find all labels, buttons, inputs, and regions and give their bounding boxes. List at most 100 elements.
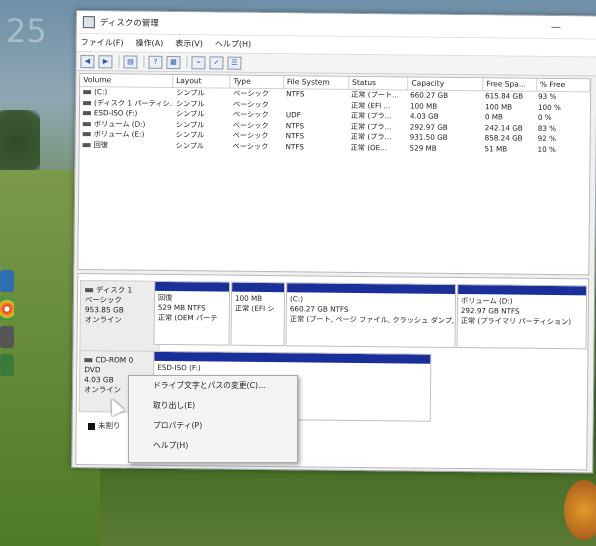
volume-percent-free: 92 % — [537, 133, 556, 144]
column-header-capacity[interactable]: Capacity — [408, 77, 484, 91]
app-icon[interactable] — [0, 270, 14, 292]
toolbar: ◀ ▶ ▤ ? ▦ ⌁ ✓ ☰ — [76, 52, 596, 77]
disk-icon — [85, 288, 94, 293]
volume-icon — [83, 100, 92, 105]
volume-type: ベーシック — [232, 130, 269, 141]
volume-layout: シンプル — [175, 130, 205, 140]
disk-1-label[interactable]: ディスク 1 ベーシック 953.85 GB オンライン — [79, 280, 161, 353]
column-header-volume[interactable]: Volume — [80, 74, 174, 88]
partition-efi[interactable]: 100 MB 正常 (EFI シ — [230, 281, 286, 347]
toolbar-separator — [186, 56, 188, 69]
help-icon[interactable]: ? — [148, 55, 163, 69]
volume-icon — [82, 132, 91, 137]
volume-percent-free: 10 % — [537, 144, 556, 154]
disk-type: ベーシック — [84, 295, 122, 305]
partition-status: 正常 (EFI シ — [234, 303, 275, 314]
desktop-sticker — [564, 480, 596, 540]
volume-layout: シンプル — [175, 119, 205, 129]
connect-icon[interactable]: ⌁ — [191, 55, 206, 69]
volume-status: 正常 (OE... — [350, 142, 388, 152]
volume-capacity: 660.27 GB — [410, 90, 449, 100]
legend-label: 未割り — [98, 421, 121, 430]
column-header-file-system[interactable]: File System — [283, 76, 350, 89]
volume-capacity: 4.03 GB — [409, 111, 439, 121]
toolbar-separator — [143, 55, 145, 68]
taskbar-icons — [0, 270, 14, 382]
chrome-icon[interactable] — [0, 298, 14, 320]
menu-item-change-drive-letter[interactable]: ドライブ文字とパスの変更(C)... — [129, 376, 297, 396]
column-header-status[interactable]: Status — [349, 76, 409, 90]
volume-layout: シンプル — [175, 98, 205, 108]
volume-file-system — [283, 100, 348, 111]
partition-d[interactable]: ボリューム (D:) 292.97 GB NTFS 正常 (プライマリ パーティ… — [456, 284, 588, 350]
volume-percent-free: 93 % — [538, 91, 557, 102]
window-title: ディスクの管理 — [99, 18, 159, 29]
volume-percent-free: 100 % — [537, 102, 561, 112]
forward-icon[interactable]: ▶ — [98, 54, 113, 68]
volume-percent-free: 0 % — [537, 112, 552, 122]
menu-file[interactable]: ファイル(F) — [81, 37, 124, 48]
app-icon — [82, 16, 95, 29]
menu-item-eject[interactable]: 取り出し(E) — [129, 396, 297, 416]
volume-icon — [83, 90, 92, 95]
disk-status: オンライン — [84, 315, 122, 325]
column-header-percent-free[interactable]: % Free — [536, 78, 591, 92]
volume-file-system: NTFS — [286, 89, 305, 99]
volume-free-space: 0 MB — [484, 112, 503, 122]
volume-icon — [82, 111, 91, 116]
desktop-clock: 25 — [6, 12, 47, 50]
volume-status: 正常 (ブート... — [351, 89, 400, 100]
volume-free-space: 615.84 GB — [485, 91, 524, 101]
list-view-icon[interactable]: ☰ — [227, 56, 242, 70]
menu-action[interactable]: 操作(A) — [135, 38, 163, 49]
console-tree-icon[interactable]: ▤ — [123, 55, 138, 69]
partition-name: 回復 — [157, 292, 173, 303]
volume-status: 正常 (EFI ... — [350, 100, 391, 110]
partition-name: ESD-ISO (F:) — [157, 362, 201, 373]
volume-name: ボリューム (E:) — [93, 129, 145, 139]
volume-file-system: NTFS — [285, 141, 304, 151]
volume-type: ベーシック — [232, 120, 269, 130]
partition-c[interactable]: (C:) 660.27 GB NTFS 正常 (ブート, ページ ファイル, ク… — [285, 282, 457, 348]
column-header-layout[interactable]: Layout — [173, 75, 231, 88]
properties-icon[interactable]: ▦ — [166, 55, 181, 69]
volume-icon — [82, 121, 91, 126]
app-icon[interactable] — [0, 354, 14, 376]
volume-capacity: 100 MB — [409, 101, 438, 111]
check-icon[interactable]: ✓ — [209, 55, 224, 70]
volume-free-space: 858.24 GB — [484, 133, 523, 143]
app-icon[interactable] — [0, 326, 14, 348]
cdrom-name: CD-ROM 0 — [95, 355, 134, 365]
column-header-free-space[interactable]: Free Spa... — [483, 78, 537, 91]
volume-capacity: 292.97 GB — [409, 122, 448, 132]
volume-name: ESD-ISO (F:) — [93, 108, 138, 118]
menu-item-properties[interactable]: プロパティ(P) — [129, 416, 297, 436]
partition-status: 正常 (OEM パーテ — [157, 312, 218, 323]
cdrom-icon — [84, 358, 93, 363]
column-header-type[interactable]: Type — [230, 75, 284, 89]
volume-name: (C:) — [94, 87, 108, 97]
menu-view[interactable]: 表示(V) — [175, 38, 203, 49]
volume-icon — [82, 142, 91, 147]
partition-size: 529 MB NTFS — [157, 302, 206, 313]
disk-name: ディスク 1 — [96, 285, 133, 295]
volume-status: 正常 (プラ... — [350, 110, 392, 121]
partition-status: 正常 (ブート, ページ ファイル, クラッシュ ダンプ, — [289, 314, 455, 325]
volume-free-space: 100 MB — [484, 101, 513, 112]
partition-status: 正常 (プライマリ パーティション) — [460, 316, 572, 327]
menu-help[interactable]: ヘルプ(H) — [215, 38, 251, 49]
volume-name: ボリューム (D:) — [93, 118, 146, 129]
volume-type: ベーシック — [232, 109, 269, 120]
minimize-button[interactable]: — — [551, 21, 561, 32]
partition-recovery[interactable]: 回復 529 MB NTFS 正常 (OEM パーテ — [153, 280, 231, 346]
volume-capacity: 529 MB — [409, 143, 437, 153]
back-icon[interactable]: ◀ — [80, 54, 95, 68]
volume-file-system: NTFS — [285, 120, 305, 130]
volume-list: Volume Layout Type File System Status Ca… — [77, 73, 592, 276]
volume-percent-free: 83 % — [537, 123, 557, 133]
partition-size: 100 MB — [234, 293, 263, 303]
context-menu: ドライブ文字とパスの変更(C)... 取り出し(E) プロパティ(P) ヘルプ(… — [128, 375, 298, 463]
volume-type: ベーシック — [232, 99, 269, 109]
unallocated-swatch — [88, 422, 95, 430]
menu-item-help[interactable]: ヘルプ(H) — [129, 436, 297, 456]
